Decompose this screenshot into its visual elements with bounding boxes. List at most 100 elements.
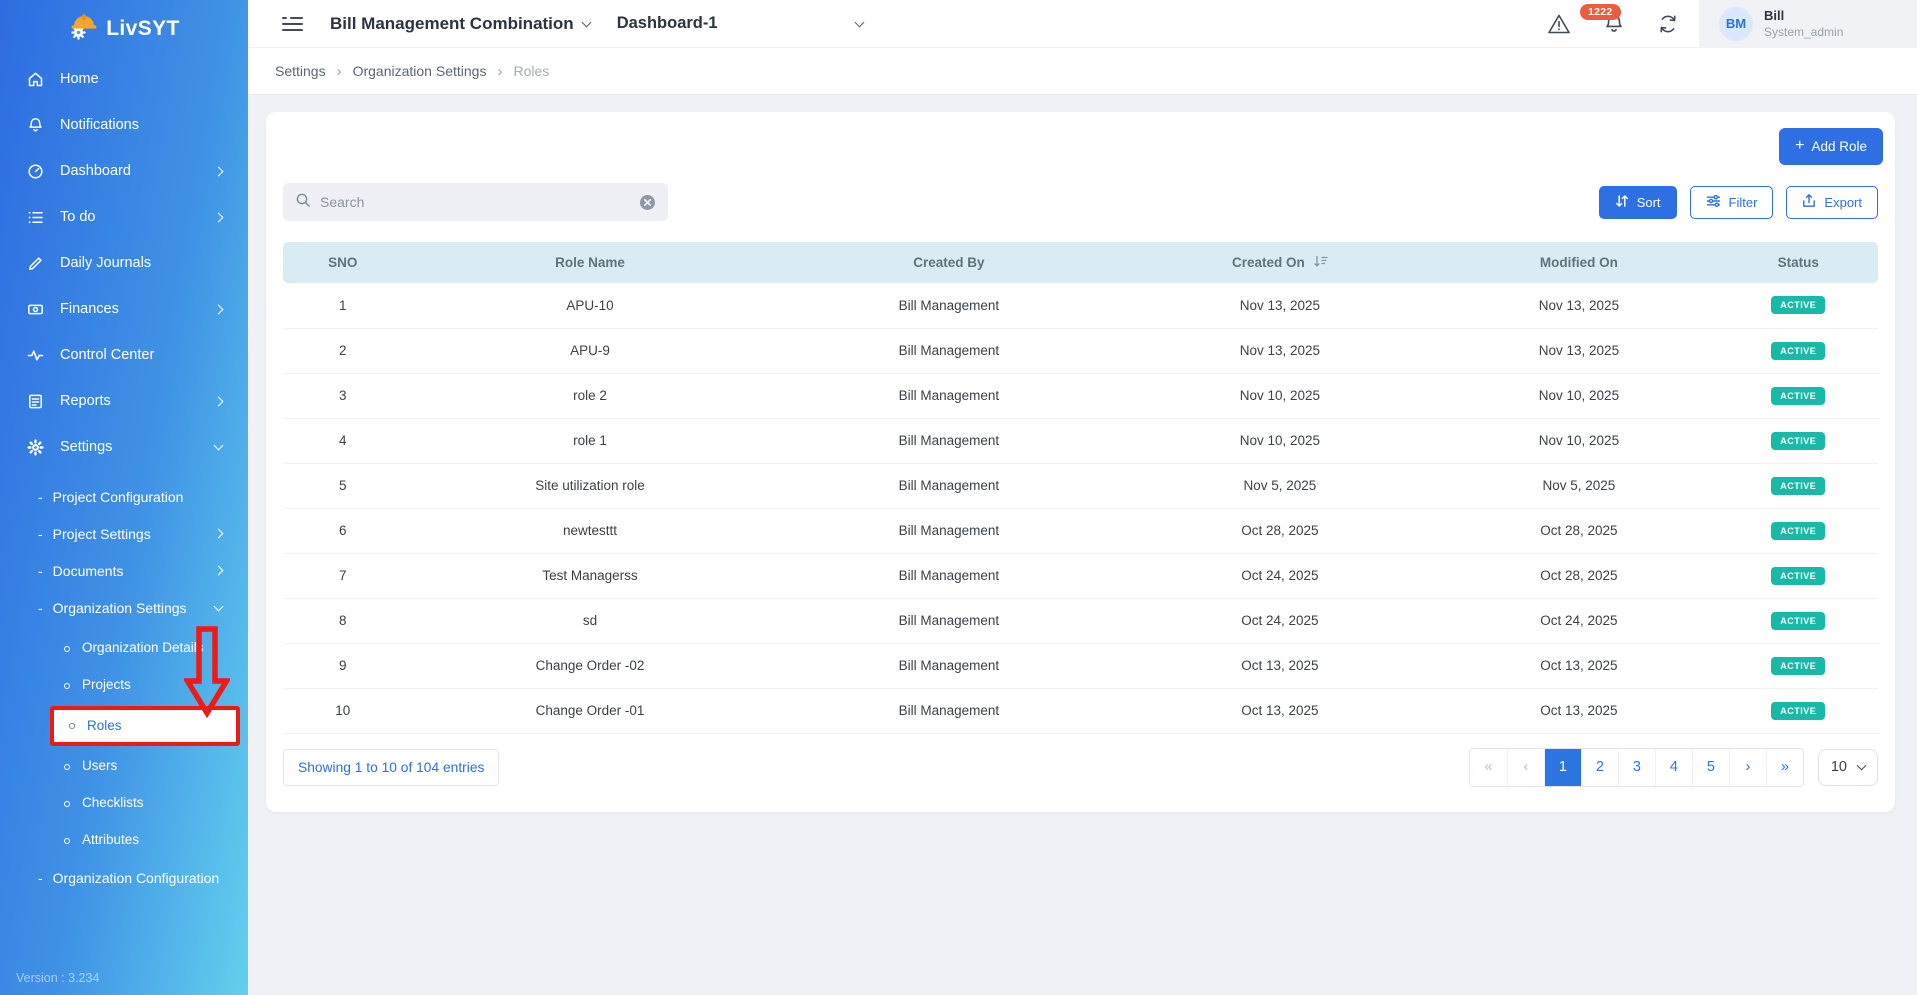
pagination-page-2[interactable]: 2 [1581, 749, 1618, 786]
hardhat-logo-icon [68, 13, 98, 45]
sidebar-item-label: Control Center [60, 347, 154, 363]
sidebar-item-settings[interactable]: Settings [0, 424, 248, 470]
pagination-last-button[interactable]: » [1766, 749, 1803, 786]
sidebar-item-project-settings[interactable]: -Project Settings [0, 515, 248, 552]
sort-descending-icon [1313, 255, 1328, 271]
sidebar: LivSYT HomeNotificationsDashboardTo doDa… [0, 0, 248, 995]
cell-role_name: APU-9 [403, 328, 778, 373]
pagination-page-5[interactable]: 5 [1692, 749, 1729, 786]
pagination-next-button[interactable]: › [1729, 749, 1766, 786]
sidebar-item-roles[interactable]: Roles [50, 706, 240, 746]
sidebar-item-label: Project Settings [53, 526, 151, 542]
clear-search-icon[interactable] [639, 194, 656, 211]
cell-status: ACTIVE [1718, 508, 1878, 553]
app-root: LivSYT HomeNotificationsDashboardTo doDa… [0, 0, 1917, 995]
cell-status: ACTIVE [1718, 328, 1878, 373]
sidebar-item-attributes[interactable]: Attributes [0, 822, 248, 859]
chevron-right-icon [214, 529, 224, 539]
sidebar-item-organization-configuration[interactable]: -Organization Configuration [0, 859, 248, 896]
menu-toggle-icon[interactable] [282, 17, 303, 31]
status-badge: ACTIVE [1771, 702, 1825, 720]
sidebar-item-home[interactable]: Home [0, 56, 248, 102]
column-header-sno[interactable]: SNO [283, 242, 403, 283]
sidebar-item-to-do[interactable]: To do [0, 194, 248, 240]
column-header-role-name[interactable]: Role Name [403, 242, 778, 283]
cell-status: ACTIVE [1718, 688, 1878, 733]
sidebar-item-organization-settings[interactable]: -Organization Settings [0, 589, 248, 626]
table-row[interactable]: 1APU-10Bill ManagementNov 13, 2025Nov 13… [283, 283, 1878, 328]
sidebar-item-projects[interactable]: Projects [0, 667, 248, 704]
pagination-page-1[interactable]: 1 [1544, 749, 1581, 786]
pagination-page-4[interactable]: 4 [1655, 749, 1692, 786]
pagination-prev-button[interactable]: ‹ [1507, 749, 1544, 786]
dashboard-selector[interactable]: Dashboard-1 [590, 14, 863, 33]
search-input[interactable] [320, 194, 630, 210]
table-row[interactable]: 2APU-9Bill ManagementNov 13, 2025Nov 13,… [283, 328, 1878, 373]
cell-modified_on: Oct 13, 2025 [1439, 643, 1718, 688]
cell-created_by: Bill Management [777, 463, 1120, 508]
table-row[interactable]: 7Test ManagerssBill ManagementOct 24, 20… [283, 553, 1878, 598]
cell-created_by: Bill Management [777, 598, 1120, 643]
sidebar-item-organization-details[interactable]: Organization Details [0, 630, 248, 667]
top-header: Bill Management Combination Dashboard-1 … [248, 0, 1917, 48]
dash-bullet: - [38, 600, 43, 616]
table-row[interactable]: 10Change Order -01Bill ManagementOct 13,… [283, 688, 1878, 733]
circle-bullet [64, 764, 70, 770]
status-badge: ACTIVE [1771, 477, 1825, 495]
add-role-button[interactable]: + Add Role [1779, 128, 1883, 165]
chevron-right-icon [214, 304, 224, 314]
column-header-modified-on[interactable]: Modified On [1439, 242, 1718, 283]
filter-button[interactable]: Filter [1690, 186, 1774, 219]
cell-status: ACTIVE [1718, 643, 1878, 688]
cell-created_on: Oct 13, 2025 [1120, 688, 1439, 733]
sidebar-item-label: Settings [60, 439, 112, 455]
export-button[interactable]: Export [1786, 186, 1878, 219]
table-row[interactable]: 9Change Order -02Bill ManagementOct 13, … [283, 643, 1878, 688]
sidebar-item-daily-journals[interactable]: Daily Journals [0, 240, 248, 286]
pagination-first-button[interactable]: « [1470, 749, 1507, 786]
sidebar-item-reports[interactable]: Reports [0, 378, 248, 424]
cell-created_by: Bill Management [777, 688, 1120, 733]
page-size-value: 10 [1831, 759, 1847, 775]
project-selector[interactable]: Bill Management Combination [303, 14, 590, 34]
sidebar-item-checklists[interactable]: Checklists [0, 785, 248, 822]
alert-warning-icon[interactable] [1547, 13, 1571, 35]
cell-created_on: Oct 28, 2025 [1120, 508, 1439, 553]
cell-sno: 7 [283, 553, 403, 598]
pagination-page-3[interactable]: 3 [1618, 749, 1655, 786]
chevron-down-icon [214, 441, 224, 451]
sort-arrows-icon [1615, 194, 1629, 211]
sort-button[interactable]: Sort [1599, 186, 1677, 219]
refresh-sync-icon[interactable] [1657, 13, 1679, 35]
user-name: Bill [1764, 8, 1843, 24]
sidebar-item-notifications[interactable]: Notifications [0, 102, 248, 148]
column-header-label: Created On [1232, 255, 1305, 270]
sidebar-item-control-center[interactable]: Control Center [0, 332, 248, 378]
todo-icon [26, 209, 45, 226]
table-row[interactable]: 3role 2Bill ManagementNov 10, 2025Nov 10… [283, 373, 1878, 418]
sidebar-item-project-configuration[interactable]: -Project Configuration [0, 478, 248, 515]
column-header-created-by[interactable]: Created By [777, 242, 1120, 283]
cell-created_by: Bill Management [777, 373, 1120, 418]
cell-sno: 9 [283, 643, 403, 688]
table-row[interactable]: 5Site utilization roleBill ManagementNov… [283, 463, 1878, 508]
column-header-status[interactable]: Status [1718, 242, 1878, 283]
chevron-down-icon [1857, 761, 1867, 771]
pagination: «‹12345›» [1469, 748, 1804, 787]
notifications-bell-icon[interactable]: 1222 [1603, 13, 1625, 35]
sidebar-item-finances[interactable]: Finances [0, 286, 248, 332]
column-header-created-on[interactable]: Created On [1120, 242, 1439, 283]
sidebar-item-dashboard[interactable]: Dashboard [0, 148, 248, 194]
filter-sliders-icon [1706, 194, 1721, 211]
roles-card: + Add Role [266, 112, 1895, 812]
page-size-select[interactable]: 10 [1818, 749, 1878, 786]
sidebar-item-users[interactable]: Users [0, 748, 248, 785]
cell-created_on: Oct 13, 2025 [1120, 643, 1439, 688]
table-row[interactable]: 6newtestttBill ManagementOct 28, 2025Oct… [283, 508, 1878, 553]
sidebar-item-documents[interactable]: -Documents [0, 552, 248, 589]
breadcrumb-item[interactable]: Settings [275, 63, 326, 79]
table-row[interactable]: 8sdBill ManagementOct 24, 2025Oct 24, 20… [283, 598, 1878, 643]
user-menu[interactable]: BM Bill System_admin [1699, 0, 1917, 48]
breadcrumb-item[interactable]: Organization Settings [353, 63, 487, 79]
table-row[interactable]: 4role 1Bill ManagementNov 10, 2025Nov 10… [283, 418, 1878, 463]
